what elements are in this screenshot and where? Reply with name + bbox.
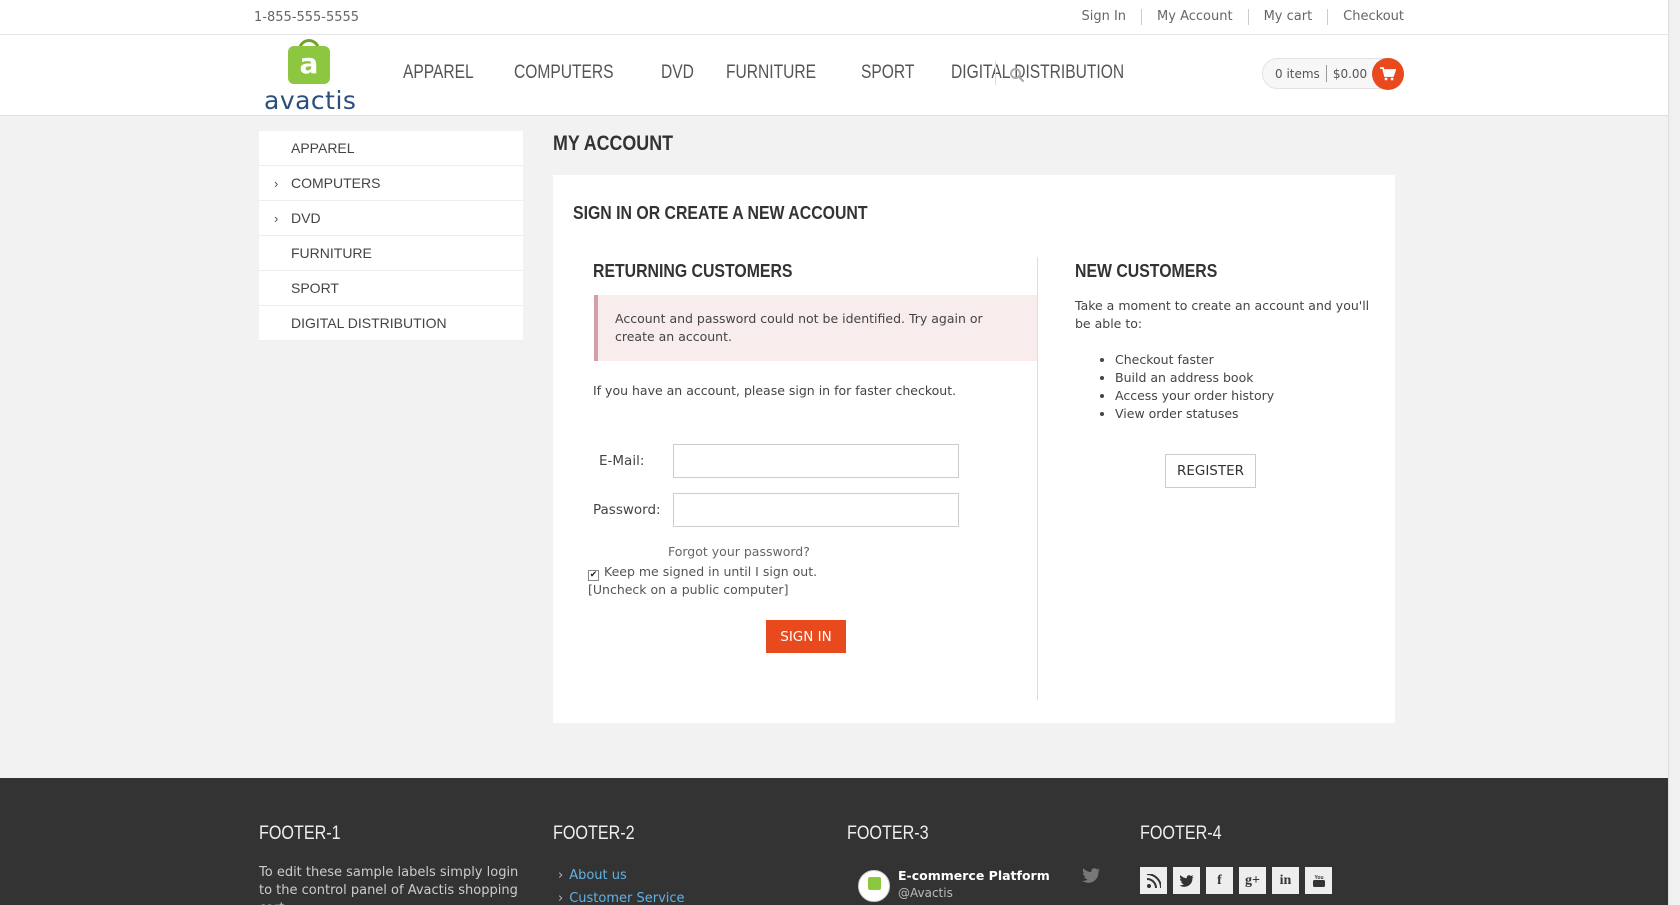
list-item: Access your order history xyxy=(1115,387,1274,405)
chevron-right-icon: › xyxy=(274,211,279,226)
sidebar-item-apparel[interactable]: APPAREL xyxy=(259,131,523,166)
logo-letter: a xyxy=(299,47,319,80)
register-button[interactable]: REGISTER xyxy=(1165,454,1256,488)
new-customers-title: NEW CUSTOMERS xyxy=(1075,261,1218,281)
account-panel: SIGN IN OR CREATE A NEW ACCOUNT RETURNIN… xyxy=(553,175,1395,723)
cart-summary[interactable]: 0 items $0.00 xyxy=(1262,58,1404,90)
category-sidebar: APPAREL › COMPUTERS › DVD FURNITURE SPOR… xyxy=(259,131,523,341)
panel-title: SIGN IN OR CREATE A NEW ACCOUNT xyxy=(573,203,868,223)
about-us-label: About us xyxy=(569,868,627,883)
customer-service-label: Customer Service xyxy=(569,891,685,905)
email-field[interactable] xyxy=(673,444,959,478)
linkedin-icon[interactable]: in xyxy=(1272,867,1299,894)
nav-sport[interactable]: SPORT xyxy=(861,62,914,84)
tweet-account-name: E-commerce Platform xyxy=(898,868,1050,883)
signin-info-text: If you have an account, please sign in f… xyxy=(593,383,957,398)
footer-1-text: To edit these sample labels simply login… xyxy=(259,865,519,905)
benefits-list: Checkout faster Build an address book Ac… xyxy=(1115,351,1274,423)
sidebar-item-label: APPAREL xyxy=(291,140,355,156)
rss-icon[interactable] xyxy=(1140,867,1167,894)
returning-customers-title: RETURNING CUSTOMERS xyxy=(593,261,793,281)
list-item: View order statuses xyxy=(1115,405,1274,423)
sidebar-item-dvd[interactable]: › DVD xyxy=(259,201,523,236)
top-bar: 1-855-555-5555 Sign In My Account My car… xyxy=(0,0,1668,35)
avatar xyxy=(858,870,890,902)
keep-signed-in-checkbox[interactable]: ✔ xyxy=(588,570,599,581)
svg-text:You: You xyxy=(1314,875,1323,881)
about-us-link[interactable]: › About us xyxy=(558,864,685,887)
cart-divider xyxy=(1325,65,1327,82)
twitter-bird-icon xyxy=(1082,868,1100,883)
search-icon[interactable] xyxy=(1009,67,1025,83)
keep-signed-in: ✔ Keep me signed in until I sign out. [Un… xyxy=(588,563,817,599)
facebook-icon[interactable]: f xyxy=(1206,867,1233,894)
footer-2-title: FOOTER-2 xyxy=(553,823,635,844)
nav-separator xyxy=(995,61,996,85)
youtube-icon[interactable]: You xyxy=(1305,867,1332,894)
cart-total: $0.00 xyxy=(1332,66,1368,81)
nav-furniture[interactable]: FURNITURE xyxy=(726,62,816,84)
tweet-account-handle: @Avactis xyxy=(898,886,953,900)
new-customers-text: Take a moment to create an account and y… xyxy=(1075,298,1370,331)
page-title: MY ACCOUNT xyxy=(553,132,673,155)
twitter-icon[interactable] xyxy=(1173,867,1200,894)
sidebar-item-label: DVD xyxy=(291,210,321,226)
sign-in-button[interactable]: SIGN IN xyxy=(766,620,846,653)
google-plus-icon[interactable]: g+ xyxy=(1239,867,1266,894)
nav-dvd[interactable]: DVD xyxy=(661,62,694,84)
email-label: E-Mail: xyxy=(599,453,645,469)
logo-text: avactis xyxy=(264,86,357,115)
sidebar-item-computers[interactable]: › COMPUTERS xyxy=(259,166,523,201)
nav-digital-distribution[interactable]: DIGITAL DISTRIBUTION xyxy=(951,62,1124,84)
page-scrollbar[interactable] xyxy=(1668,0,1680,905)
sidebar-item-label: FURNITURE xyxy=(291,245,372,261)
chevron-right-icon: › xyxy=(274,176,279,191)
my-account-link[interactable]: My Account xyxy=(1141,9,1248,25)
sign-in-link[interactable]: Sign In xyxy=(1066,9,1141,25)
password-field[interactable] xyxy=(673,493,959,527)
social-icons: f g+ in You xyxy=(1140,867,1338,894)
footer-4-title: FOOTER-4 xyxy=(1140,823,1222,844)
sidebar-item-label: SPORT xyxy=(291,280,339,296)
keep-signed-in-label[interactable]: Keep me signed in until I sign out. xyxy=(604,564,817,579)
sidebar-item-label: COMPUTERS xyxy=(291,175,381,191)
customer-service-link[interactable]: › Customer Service xyxy=(558,887,685,905)
cart-icon[interactable] xyxy=(1372,58,1404,90)
sidebar-item-furniture[interactable]: FURNITURE xyxy=(259,236,523,271)
main-nav: APPAREL COMPUTERS DVD FURNITURE SPORT DI… xyxy=(403,62,1187,84)
list-item: Build an address book xyxy=(1115,369,1274,387)
keep-signed-in-note: [Uncheck on a public computer] xyxy=(588,582,789,597)
error-alert: Account and password could not be identi… xyxy=(594,295,1037,361)
nav-computers[interactable]: COMPUTERS xyxy=(514,62,614,84)
footer-2-links: › About us › Customer Service xyxy=(558,864,685,905)
header: a avactis APPAREL COMPUTERS DVD FURNITUR… xyxy=(0,35,1668,116)
footer: FOOTER-1 To edit these sample labels sim… xyxy=(0,778,1668,905)
chevron-right-icon: › xyxy=(558,868,564,883)
phone-number: 1-855-555-5555 xyxy=(254,10,360,25)
cart-items-count: 0 items xyxy=(1275,66,1320,81)
sidebar-item-digital-distribution[interactable]: DIGITAL DISTRIBUTION xyxy=(259,306,523,341)
footer-3-title: FOOTER-3 xyxy=(847,823,929,844)
top-links: Sign In My Account My cart Checkout xyxy=(1066,9,1404,25)
chevron-right-icon: › xyxy=(558,891,564,905)
column-divider xyxy=(1037,257,1038,700)
checkout-link[interactable]: Checkout xyxy=(1327,9,1404,25)
logo[interactable]: a avactis xyxy=(262,38,357,115)
password-label: Password: xyxy=(593,502,661,518)
footer-1-title: FOOTER-1 xyxy=(259,823,341,844)
forgot-password-link[interactable]: Forgot your password? xyxy=(668,544,810,559)
list-item: Checkout faster xyxy=(1115,351,1274,369)
sidebar-item-label: DIGITAL DISTRIBUTION xyxy=(291,315,447,331)
sidebar-item-sport[interactable]: SPORT xyxy=(259,271,523,306)
avatar-logo xyxy=(868,877,881,890)
my-cart-link[interactable]: My cart xyxy=(1247,9,1328,25)
nav-apparel[interactable]: APPAREL xyxy=(403,62,474,84)
